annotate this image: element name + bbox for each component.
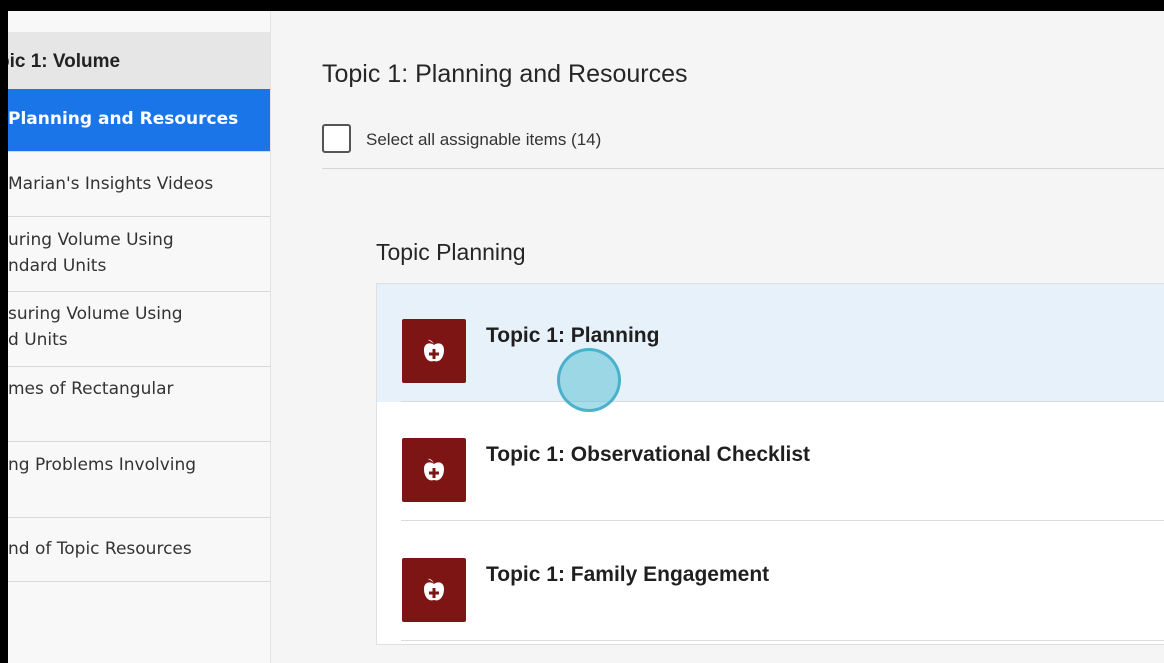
sidebar-item-label: uring Volume Using (8, 230, 174, 250)
sidebar-item-end-of-topic-resources[interactable]: nd of Topic Resources (8, 518, 270, 582)
resource-title[interactable]: Topic 1: Family Engagement (486, 563, 769, 587)
row-divider (401, 520, 1164, 521)
row-divider (401, 401, 1164, 402)
app-window: pic 1: Volume Planning and Resources Mar… (8, 11, 1164, 663)
sidebar-item-insights-videos[interactable]: Marian's Insights Videos (8, 152, 270, 217)
sidebar-item-label: Marian's Insights Videos (8, 174, 214, 194)
sidebar-item-label: Planning and Resources (8, 109, 239, 129)
sidebar-item-nonstandard-units[interactable]: uring Volume Using ndard Units (8, 217, 270, 292)
sidebar-item-planning-and-resources[interactable]: Planning and Resources (8, 89, 270, 152)
sidebar-item-label: ng Problems Involving (8, 455, 197, 475)
select-all-checkbox[interactable] (322, 124, 351, 153)
sidebar-item-solving-problems[interactable]: ng Problems Involving (8, 442, 270, 518)
section-title: Topic Planning (376, 239, 526, 265)
sidebar-item-label: mes of Rectangular (8, 379, 174, 399)
sidebar-item-label: nd of Topic Resources (8, 539, 192, 559)
sidebar-item-label: suring Volume Using (8, 304, 183, 324)
sidebar-item-label: d Units (8, 330, 68, 350)
sidebar-item-standard-units[interactable]: suring Volume Using d Units (8, 292, 270, 367)
sidebar-header-label: pic 1: Volume (8, 51, 121, 72)
sidebar-item-rectangular-volumes[interactable]: mes of Rectangular (8, 367, 270, 442)
select-all-row: Select all assignable items (14) (322, 124, 1164, 169)
apple-plus-icon (402, 438, 466, 502)
resource-list: Topic 1: Planning Topic 1: Observational… (376, 283, 1164, 645)
sidebar: pic 1: Volume Planning and Resources Mar… (8, 11, 271, 663)
page-title: Topic 1: Planning and Resources (322, 60, 688, 88)
row-divider (401, 640, 1164, 641)
apple-plus-icon (402, 319, 466, 383)
resource-title[interactable]: Topic 1: Planning (486, 324, 659, 348)
click-indicator (557, 348, 621, 412)
select-all-label[interactable]: Select all assignable items (14) (366, 130, 601, 150)
resource-row-planning[interactable]: Topic 1: Planning (377, 284, 1164, 402)
sidebar-header: pic 1: Volume (8, 32, 270, 89)
main-content: Topic 1: Planning and Resources Select a… (271, 11, 1164, 663)
resource-title[interactable]: Topic 1: Observational Checklist (486, 443, 810, 467)
resource-row-family-engagement[interactable]: Topic 1: Family Engagement (377, 523, 1164, 641)
resource-row-observational-checklist[interactable]: Topic 1: Observational Checklist (377, 403, 1164, 521)
sidebar-item-label: ndard Units (8, 256, 107, 276)
apple-plus-icon (402, 558, 466, 622)
